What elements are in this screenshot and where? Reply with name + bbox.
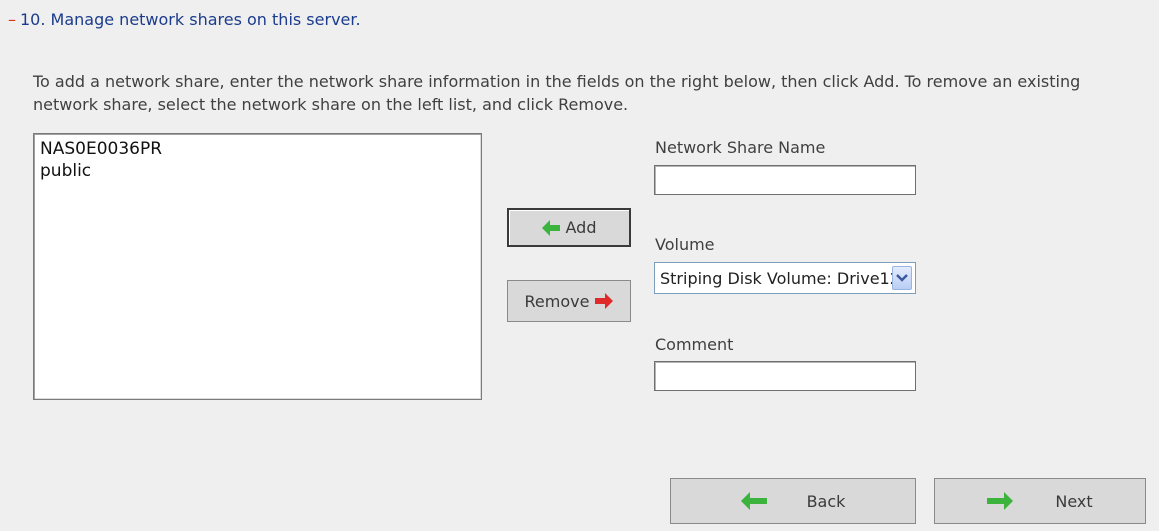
volume-label: Volume <box>655 235 715 254</box>
remove-button-label: Remove <box>524 291 590 311</box>
collapse-toggle-icon[interactable]: – <box>8 10 16 29</box>
comment-label: Comment <box>655 335 734 354</box>
list-item[interactable]: NAS0E0036PR <box>40 138 475 160</box>
green-arrow-left-icon <box>740 492 767 510</box>
green-arrow-left-icon <box>541 219 560 236</box>
section-title: 10. Manage network shares on this server… <box>20 10 361 29</box>
section-header[interactable]: –10. Manage network shares on this serve… <box>8 10 361 29</box>
instructions-text: To add a network share, enter the networ… <box>33 72 1081 114</box>
comment-field[interactable] <box>654 361 916 391</box>
red-arrow-right-icon <box>595 293 614 309</box>
network-share-name-label: Network Share Name <box>655 138 826 157</box>
back-button[interactable]: Back <box>670 478 916 524</box>
volume-selected-value: Striping Disk Volume: Drive12 <box>660 268 892 288</box>
next-button[interactable]: Next <box>934 478 1146 524</box>
network-share-list[interactable]: NAS0E0036PR public <box>33 133 482 400</box>
remove-button[interactable]: Remove <box>507 280 631 322</box>
network-share-name-field[interactable] <box>654 165 916 195</box>
green-arrow-right-icon <box>987 492 1014 510</box>
add-button[interactable]: Add <box>507 208 631 247</box>
back-button-label: Back <box>806 491 846 511</box>
chevron-down-icon[interactable] <box>892 266 912 290</box>
next-button-label: Next <box>1055 491 1093 511</box>
volume-select[interactable]: Striping Disk Volume: Drive12 <box>654 262 916 294</box>
list-item[interactable]: public <box>40 160 475 182</box>
add-button-label: Add <box>565 218 597 237</box>
